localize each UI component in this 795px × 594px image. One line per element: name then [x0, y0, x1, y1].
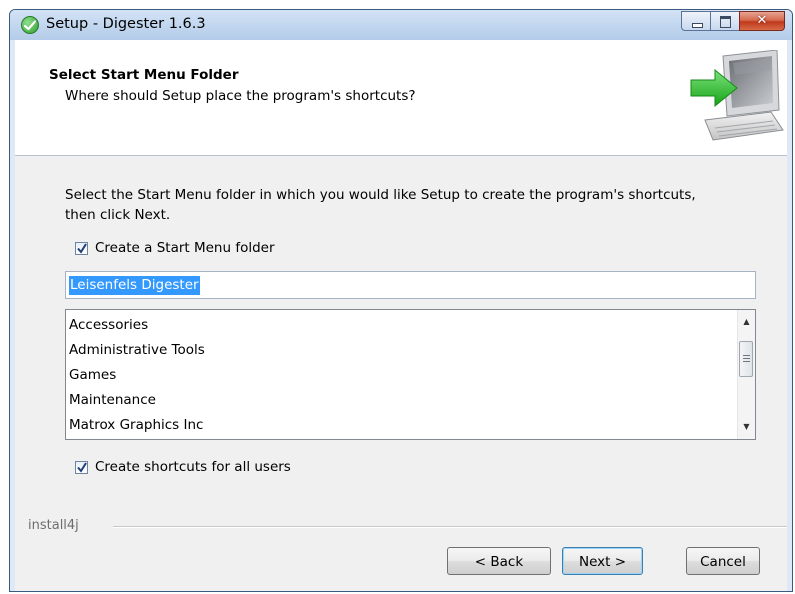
minimize-button[interactable]: [681, 11, 710, 31]
all-users-checkbox[interactable]: [75, 460, 88, 474]
divider: [113, 526, 787, 528]
checkmark-icon: [77, 461, 87, 473]
page-subtitle: Where should Setup place the program's s…: [65, 88, 416, 104]
list-item[interactable]: Matrox Graphics Inc: [69, 413, 205, 438]
page-title: Select Start Menu Folder: [49, 67, 239, 83]
checkmark-icon: [77, 242, 87, 254]
create-folder-checkbox[interactable]: [75, 241, 88, 255]
scroll-thumb[interactable]: [739, 341, 753, 377]
list-item[interactable]: Administrative Tools: [69, 338, 205, 363]
create-folder-label: Create a Start Menu folder: [95, 240, 275, 256]
next-button[interactable]: Next >: [562, 547, 643, 575]
instructions-text: Select the Start Menu folder in which yo…: [65, 187, 696, 223]
branding-bar: install4j: [15, 518, 787, 534]
list-item[interactable]: Accessories: [69, 313, 205, 338]
close-button[interactable]: ✕: [739, 11, 785, 31]
folder-name-value: Leisenfels Digester: [69, 276, 200, 295]
folder-name-input[interactable]: Leisenfels Digester: [65, 271, 756, 299]
computer-install-arrow-icon: [690, 50, 784, 141]
title-bar[interactable]: Setup - Digester 1.6.3 ✕: [10, 10, 792, 40]
maximize-button[interactable]: [710, 11, 739, 31]
wizard-header: Select Start Menu Folder Where should Se…: [15, 40, 787, 156]
window-title: Setup - Digester 1.6.3: [46, 16, 206, 32]
install4j-brand: install4j: [28, 518, 79, 533]
back-button[interactable]: < Back: [447, 547, 551, 575]
folder-list-items: Accessories Administrative Tools Games M…: [69, 313, 205, 438]
all-users-label: Create shortcuts for all users: [95, 459, 291, 475]
grip-line: [743, 361, 750, 362]
folder-list-scrollbar[interactable]: ▲ ▼: [737, 310, 755, 439]
scroll-down-arrow-icon[interactable]: ▼: [738, 418, 755, 435]
maximize-icon: [720, 16, 731, 28]
list-item[interactable]: Maintenance: [69, 388, 205, 413]
caption-buttons: ✕: [681, 11, 785, 31]
all-users-option[interactable]: Create shortcuts for all users: [75, 459, 291, 475]
list-item[interactable]: Games: [69, 363, 205, 388]
grip-line: [743, 358, 750, 359]
setup-check-icon: [21, 16, 39, 34]
scroll-up-arrow-icon[interactable]: ▲: [738, 313, 755, 330]
wizard-content: Select the Start Menu folder in which yo…: [15, 156, 787, 591]
folder-list[interactable]: Accessories Administrative Tools Games M…: [65, 309, 756, 440]
setup-window: Setup - Digester 1.6.3 ✕ Select Start Me…: [9, 9, 793, 592]
grip-line: [743, 355, 750, 356]
minimize-icon: [692, 23, 703, 28]
cancel-button[interactable]: Cancel: [686, 547, 760, 575]
create-folder-option[interactable]: Create a Start Menu folder: [75, 240, 275, 256]
close-icon: ✕: [756, 13, 768, 28]
